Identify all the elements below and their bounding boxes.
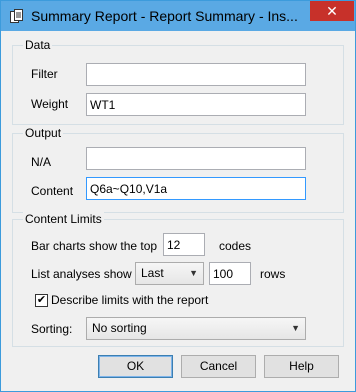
close-button[interactable]: ✕	[310, 1, 354, 21]
content-limits-title: Content Limits	[23, 212, 104, 226]
title-bar[interactable]: Summary Report - Report Summary - Ins...…	[1, 1, 355, 31]
summary-report-dialog: Summary Report - Report Summary - Ins...…	[0, 0, 356, 392]
na-label: N/A	[31, 155, 52, 169]
filter-label: Filter	[31, 67, 58, 81]
codes-label: codes	[219, 239, 252, 253]
sorting-label: Sorting:	[31, 322, 73, 336]
list-mode-value: Last	[141, 266, 164, 280]
dialog-body: Data Filter Weight Output N/A Content Co…	[8, 31, 348, 383]
rows-label: rows	[260, 267, 286, 281]
weight-label: Weight	[31, 97, 69, 111]
describe-limits-checkbox[interactable]: ✔	[35, 294, 48, 307]
data-group: Data Filter Weight	[12, 38, 344, 125]
checkmark-icon: ✔	[36, 294, 47, 306]
chevron-down-icon: ▼	[189, 268, 198, 278]
ok-button[interactable]: OK	[98, 355, 173, 378]
data-group-title: Data	[23, 38, 53, 52]
bar-charts-label: Bar charts show the top	[31, 239, 158, 253]
content-limits-group: Content Limits Bar charts show the top c…	[12, 212, 344, 347]
close-icon: ✕	[326, 3, 338, 19]
list-analyses-label: List analyses show	[31, 267, 132, 281]
content-label: Content	[31, 184, 74, 198]
bar-charts-top-input[interactable]	[163, 233, 205, 256]
output-group-title: Output	[23, 126, 64, 140]
chevron-down-icon: ▼	[291, 323, 300, 333]
report-window-icon	[10, 9, 23, 23]
list-mode-select[interactable]: Last ▼	[135, 262, 204, 285]
filter-input[interactable]	[86, 63, 306, 86]
help-button[interactable]: Help	[264, 355, 339, 378]
cancel-button[interactable]: Cancel	[181, 355, 256, 378]
rows-input[interactable]	[209, 262, 251, 285]
sorting-select[interactable]: No sorting ▼	[86, 317, 306, 340]
na-input[interactable]	[86, 147, 306, 170]
window-title: Summary Report - Report Summary - Ins...	[31, 8, 298, 24]
describe-limits-label[interactable]: Describe limits with the report	[51, 293, 208, 307]
sorting-value: No sorting	[92, 321, 147, 335]
output-group: Output N/A Content	[12, 126, 344, 213]
weight-input[interactable]	[86, 93, 306, 116]
content-input[interactable]	[86, 177, 306, 200]
